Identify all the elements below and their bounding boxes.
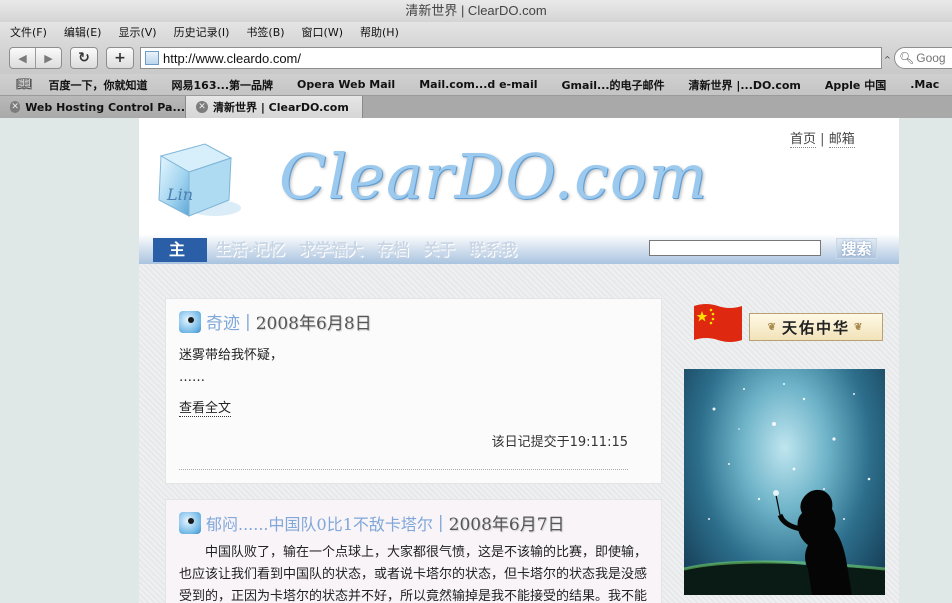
logo-cube-text: Lin bbox=[166, 185, 193, 204]
bookmark-item[interactable]: Opera Web Mail bbox=[297, 78, 395, 91]
girl-silhouette-photo bbox=[684, 369, 885, 595]
blessing-banner: ❦ 天佑中华 ❦ bbox=[749, 313, 883, 341]
bookmark-item[interactable]: 百度一下，你就知道 bbox=[49, 77, 148, 93]
mail-link[interactable]: 邮箱 bbox=[828, 132, 855, 148]
url-dropdown-icon[interactable]: ^ bbox=[884, 55, 891, 64]
tab-label: Web Hosting Control Pa... bbox=[25, 100, 185, 114]
menu-bar: 文件(F) 编辑(E) 显示(V) 历史记录(I) 书签(B) 窗口(W) 帮助… bbox=[0, 22, 952, 42]
site-favicon-icon bbox=[145, 51, 159, 65]
post-date: 2008年6月8日 bbox=[255, 314, 372, 334]
nav-about[interactable]: 关于 bbox=[423, 238, 455, 262]
nav-study[interactable]: 求学福大 bbox=[299, 238, 363, 262]
post-date: 2008年6月7日 bbox=[448, 515, 565, 535]
nav-life[interactable]: 生活·记忆 bbox=[215, 238, 285, 262]
top-links: 首页 | 邮箱 bbox=[790, 128, 855, 148]
site-search-button[interactable]: 搜索 bbox=[836, 238, 877, 259]
add-bookmark-button[interactable]: + bbox=[106, 47, 134, 69]
nav-items: 生活·记忆 求学福大 存档 关于 联系我 bbox=[215, 238, 531, 262]
post-icon bbox=[179, 310, 201, 333]
read-more-link[interactable]: 查看全文 bbox=[179, 397, 232, 417]
ice-cube-logo-icon: Lin bbox=[158, 143, 241, 217]
site-nav: 主 页 生活·记忆 求学福大 存档 关于 联系我 搜索 bbox=[139, 234, 899, 283]
page-viewport: 首页 | 邮箱 Lin ClearDO.com 主 生活·记忆 求学福大 存档 … bbox=[0, 118, 952, 603]
home-link[interactable]: 首页 bbox=[790, 132, 817, 148]
nav-buttons: ◀ ▶ bbox=[9, 47, 62, 69]
bookmark-item[interactable]: Apple 中国 bbox=[825, 77, 886, 93]
china-flag-icon bbox=[694, 304, 742, 342]
menu-view[interactable]: 显示(V) bbox=[118, 24, 156, 40]
close-tab-icon[interactable]: ✕ bbox=[196, 101, 208, 113]
post-submitted-time: 该日记提交于19:11:15 bbox=[491, 435, 628, 450]
post-icon bbox=[179, 511, 201, 534]
book-icon[interactable]: 📖︎ bbox=[16, 77, 33, 92]
ornament-icon: ❦ bbox=[854, 321, 865, 333]
post-line: 迷雾带给我怀疑， bbox=[179, 348, 284, 363]
site-logo-text[interactable]: ClearDO.com bbox=[279, 140, 708, 213]
nav-contact[interactable]: 联系我 bbox=[469, 238, 517, 262]
menu-bookmarks[interactable]: 书签(B) bbox=[246, 24, 284, 40]
bookmark-item[interactable]: Gmail...的电子邮件 bbox=[562, 77, 665, 93]
blog-post: 郁闷......中国队0比1不敌卡塔尔 | 2008年6月7日 中国队败了，输在… bbox=[165, 499, 662, 603]
link-separator: | bbox=[820, 132, 825, 147]
site-header: 首页 | 邮箱 Lin ClearDO.com bbox=[139, 118, 899, 234]
browser-toolbar: ◀ ▶ ↻ + ^ 🔍︎ bbox=[0, 42, 952, 74]
post-title-link[interactable]: 奇迹 bbox=[206, 309, 240, 334]
bookmark-item[interactable]: 网易163...第一品牌 bbox=[172, 77, 274, 93]
close-tab-icon[interactable]: ✕ bbox=[10, 101, 21, 113]
nav-home[interactable]: 主 页 bbox=[153, 238, 207, 283]
site-container: 首页 | 邮箱 Lin ClearDO.com 主 生活·记忆 求学福大 存档 … bbox=[139, 118, 899, 603]
post-line: …… bbox=[179, 370, 205, 385]
post-excerpt: 迷雾带给我怀疑， …… bbox=[179, 345, 283, 389]
bookmark-item[interactable]: Mail.com...d e-mail bbox=[419, 78, 537, 91]
address-bar[interactable] bbox=[140, 47, 882, 69]
title-separator: | bbox=[245, 311, 251, 332]
post-title-row: 郁闷......中国队0比1不敌卡塔尔 | 2008年6月7日 bbox=[179, 510, 565, 535]
post-title-row: 奇迹 | 2008年6月8日 bbox=[179, 309, 372, 334]
blog-post: 奇迹 | 2008年6月8日 迷雾带给我怀疑， …… 查看全文 该日记提交于19… bbox=[165, 298, 662, 484]
url-input[interactable] bbox=[163, 50, 863, 66]
title-separator: | bbox=[437, 512, 444, 533]
banner-text: 天佑中华 bbox=[781, 318, 850, 337]
search-icon: 🔍︎ bbox=[899, 51, 915, 65]
menu-file[interactable]: 文件(F) bbox=[10, 24, 47, 40]
post-body: 中国队败了，输在一个点球上，大家都很气愤，这是不该输的比赛，即使输，也应该让我们… bbox=[179, 545, 648, 603]
post-divider bbox=[179, 469, 628, 470]
menu-history[interactable]: 历史记录(I) bbox=[174, 24, 230, 40]
search-box[interactable]: 🔍︎ bbox=[894, 47, 952, 69]
tab-label: 清新世界 | ClearDO.com bbox=[213, 101, 349, 114]
tab-cleardo[interactable]: ✕ 清新世界 | ClearDO.com bbox=[186, 96, 363, 118]
forward-button[interactable]: ▶ bbox=[36, 48, 61, 68]
search-input[interactable] bbox=[916, 51, 952, 65]
window-title: 清新世界 | ClearDO.com bbox=[0, 0, 952, 22]
menu-edit[interactable]: 编辑(E) bbox=[64, 24, 102, 40]
ornament-icon: ❦ bbox=[767, 321, 778, 333]
tab-bar: ✕ Web Hosting Control Pa... ✕ 清新世界 | Cle… bbox=[0, 96, 952, 118]
site-search-input[interactable] bbox=[649, 240, 821, 256]
back-button[interactable]: ◀ bbox=[10, 48, 36, 68]
bookmarks-bar: 📖︎ 百度一下，你就知道 网易163...第一品牌 Opera Web Mail… bbox=[0, 74, 952, 96]
menu-help[interactable]: 帮助(H) bbox=[360, 24, 399, 40]
bookmark-item[interactable]: .Mac bbox=[910, 78, 939, 91]
post-title-link[interactable]: 郁闷......中国队0比1不敌卡塔尔 bbox=[206, 511, 433, 535]
bookmark-item[interactable]: 清新世界 |...DO.com bbox=[689, 77, 801, 93]
tab-web-hosting[interactable]: ✕ Web Hosting Control Pa... bbox=[0, 96, 186, 118]
menu-window[interactable]: 窗口(W) bbox=[302, 24, 343, 40]
content-area: 奇迹 | 2008年6月8日 迷雾带给我怀疑， …… 查看全文 该日记提交于19… bbox=[139, 264, 899, 603]
nav-archive[interactable]: 存档 bbox=[377, 238, 409, 262]
reload-button[interactable]: ↻ bbox=[70, 47, 98, 69]
